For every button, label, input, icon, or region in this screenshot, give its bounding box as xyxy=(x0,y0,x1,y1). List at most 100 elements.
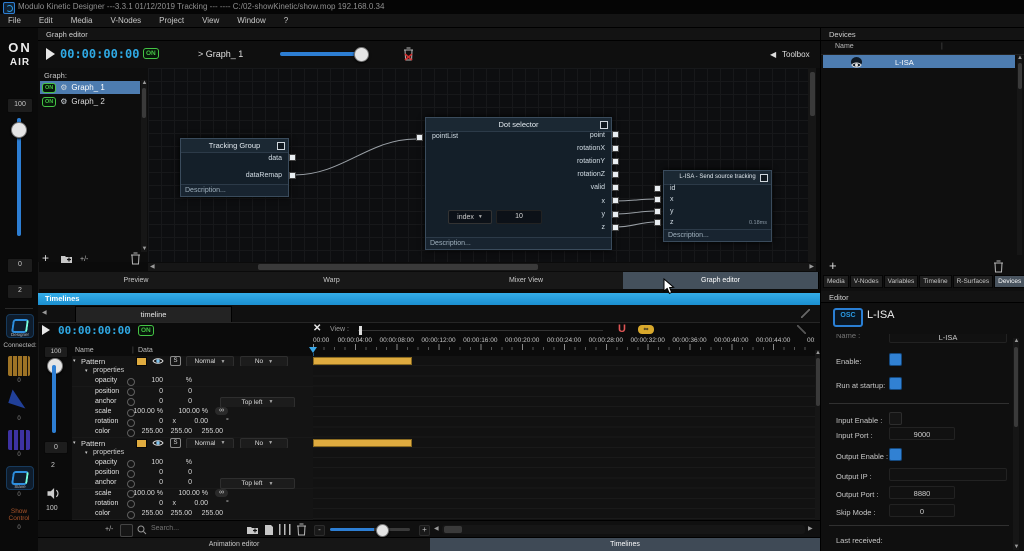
property-value[interactable]: 0 xyxy=(165,388,192,395)
timeline-clip-area[interactable] xyxy=(313,356,815,520)
graph2-on-badge[interactable]: ON xyxy=(42,96,57,107)
master-fader-min[interactable]: 0 xyxy=(7,258,33,273)
menu-view[interactable]: View xyxy=(202,16,219,25)
keyframe-clock-icon[interactable] xyxy=(127,388,135,397)
menu-media[interactable]: Media xyxy=(71,16,93,25)
node-enable-checkbox[interactable] xyxy=(277,142,285,150)
input-port-y[interactable] xyxy=(654,208,661,215)
property-value[interactable]: 0 xyxy=(135,479,163,486)
enable-checkbox[interactable] xyxy=(889,353,902,366)
property-value[interactable]: 0 xyxy=(165,479,192,486)
graph-list-item-2[interactable]: ON ⚙ Graph_ 2 xyxy=(40,95,140,108)
property-value[interactable]: 255.00 xyxy=(165,510,192,517)
snap-magnet-icon[interactable]: U xyxy=(618,324,626,335)
canvas-hscrollbar[interactable]: ◀ ▶ xyxy=(148,263,816,271)
new-note-icon[interactable] xyxy=(264,524,274,536)
editor-scrollbar[interactable]: ▲ ▼ xyxy=(1013,338,1019,550)
tab-devices[interactable]: Devices xyxy=(994,274,1024,288)
master-fader-knob[interactable] xyxy=(11,122,27,138)
property-value[interactable]: 100 xyxy=(135,459,163,466)
node-dot-selector[interactable]: Dot selector pointList point rotationX r… xyxy=(425,117,612,250)
input-port-x[interactable] xyxy=(654,196,661,203)
expand-collapse-button[interactable]: +/- xyxy=(80,256,88,263)
timeline-hscrollbar[interactable] xyxy=(442,524,805,534)
timeline-on-badge[interactable]: ON xyxy=(138,325,154,336)
property-value[interactable]: 0 xyxy=(135,500,163,507)
menu-window[interactable]: Window xyxy=(237,16,265,25)
keyframe-clock-icon[interactable] xyxy=(127,479,135,488)
tab-media[interactable]: Media xyxy=(823,274,849,288)
toolbox-button[interactable]: Toolbox xyxy=(782,50,810,59)
device-row-lisa[interactable]: L-ISA xyxy=(823,55,1015,68)
speaker-icon[interactable] xyxy=(46,488,60,499)
search-input[interactable] xyxy=(149,524,223,533)
output-port-y[interactable] xyxy=(612,211,619,218)
add-folder-icon[interactable] xyxy=(60,254,73,264)
timeline-tab[interactable]: timeline xyxy=(75,306,232,322)
node-description[interactable]: Description... xyxy=(181,184,288,196)
graph-on-badge[interactable]: ON xyxy=(143,48,159,59)
link-icon[interactable]: ∞ xyxy=(215,407,228,415)
graph-speed-slider-knob[interactable] xyxy=(354,47,369,62)
solo-button[interactable]: S xyxy=(170,356,181,366)
filter-checkbox[interactable] xyxy=(120,524,133,537)
keyframe-clock-icon[interactable] xyxy=(127,510,135,519)
projector-icon[interactable] xyxy=(8,389,30,409)
add-graph-button[interactable]: + xyxy=(42,251,49,265)
output-port-valid[interactable] xyxy=(612,184,619,191)
output-port-z[interactable] xyxy=(612,224,619,231)
output-port-rotationx[interactable] xyxy=(612,145,619,152)
property-value[interactable]: 0.00 xyxy=(180,500,208,507)
name-field[interactable]: L-ISA xyxy=(889,334,1007,343)
tab-graph-editor[interactable]: Graph editor xyxy=(623,272,819,289)
node-description[interactable]: Description... xyxy=(664,229,771,241)
play-button[interactable] xyxy=(46,48,55,60)
visibility-eye-icon[interactable] xyxy=(152,357,164,365)
property-value[interactable]: 255.00 xyxy=(194,510,223,517)
delete-graph-trash-icon[interactable] xyxy=(402,46,416,62)
delete-icon[interactable] xyxy=(296,523,307,536)
property-value[interactable]: 0.00 xyxy=(180,418,208,425)
view-zoom-slider-knob[interactable] xyxy=(359,326,362,335)
tab-timelines[interactable]: Timelines xyxy=(430,537,820,551)
node-enable-checkbox[interactable] xyxy=(760,174,768,182)
tab-r-surfaces[interactable]: R-Surfaces xyxy=(952,274,994,288)
clip-pattern-2[interactable] xyxy=(313,438,412,447)
add-folder-icon[interactable] xyxy=(246,525,259,535)
zoom-in-button[interactable]: + xyxy=(419,525,430,536)
menu-file[interactable]: File xyxy=(8,16,21,25)
clip-pattern-1[interactable] xyxy=(313,357,412,365)
link-icon[interactable]: ∞ xyxy=(215,488,228,497)
timeline-zoom-slider[interactable] xyxy=(330,528,410,531)
property-value[interactable]: 100.00 % xyxy=(129,408,163,415)
timeline-play-button[interactable] xyxy=(42,325,50,335)
property-value[interactable]: 0 xyxy=(165,469,192,476)
output-port-point[interactable] xyxy=(612,131,619,138)
tab-animation-editor[interactable]: Animation editor xyxy=(38,537,430,551)
timeline-ruler[interactable]: 00:00 00:00:04:00 00:00:08:00 00:00:12:0… xyxy=(313,336,815,350)
property-value[interactable]: 255.00 xyxy=(135,428,163,435)
tab-warp[interactable]: Warp xyxy=(234,272,430,289)
input-port-id[interactable] xyxy=(654,185,661,192)
output-port-data[interactable] xyxy=(289,154,296,161)
output-port-rotationz[interactable] xyxy=(612,171,619,178)
add-remove-button[interactable]: +/- xyxy=(105,526,113,533)
loop-toggle-icon[interactable]: ∞ xyxy=(638,325,654,334)
property-value[interactable]: 0 xyxy=(135,398,163,405)
tab-vnodes[interactable]: V-Nodes xyxy=(849,274,883,288)
menu-project[interactable]: Project xyxy=(159,16,184,25)
node-tracking-group[interactable]: Tracking Group data dataRemap Descriptio… xyxy=(180,138,289,197)
devices-scrollbar[interactable]: ▲ xyxy=(1017,55,1023,255)
output-port-rotationy[interactable] xyxy=(612,158,619,165)
output-port-dataremap[interactable] xyxy=(289,172,296,179)
graph1-on-badge[interactable]: ON xyxy=(42,82,57,93)
output-port-field[interactable]: 8880 xyxy=(889,486,955,499)
node-title[interactable]: L-ISA - Send source tracking xyxy=(664,171,771,185)
property-value[interactable]: 0 xyxy=(135,388,163,395)
node-lisa-send-source-tracking[interactable]: L-ISA - Send source tracking id x y z 0.… xyxy=(663,170,772,242)
input-port-z[interactable] xyxy=(654,219,661,226)
property-value[interactable]: 100.00 % xyxy=(168,408,208,415)
property-value[interactable]: 0 xyxy=(135,418,163,425)
property-row-color[interactable]: color 255.00 255.00 255.00 xyxy=(72,509,313,520)
keyframe-clock-icon[interactable] xyxy=(127,418,135,427)
